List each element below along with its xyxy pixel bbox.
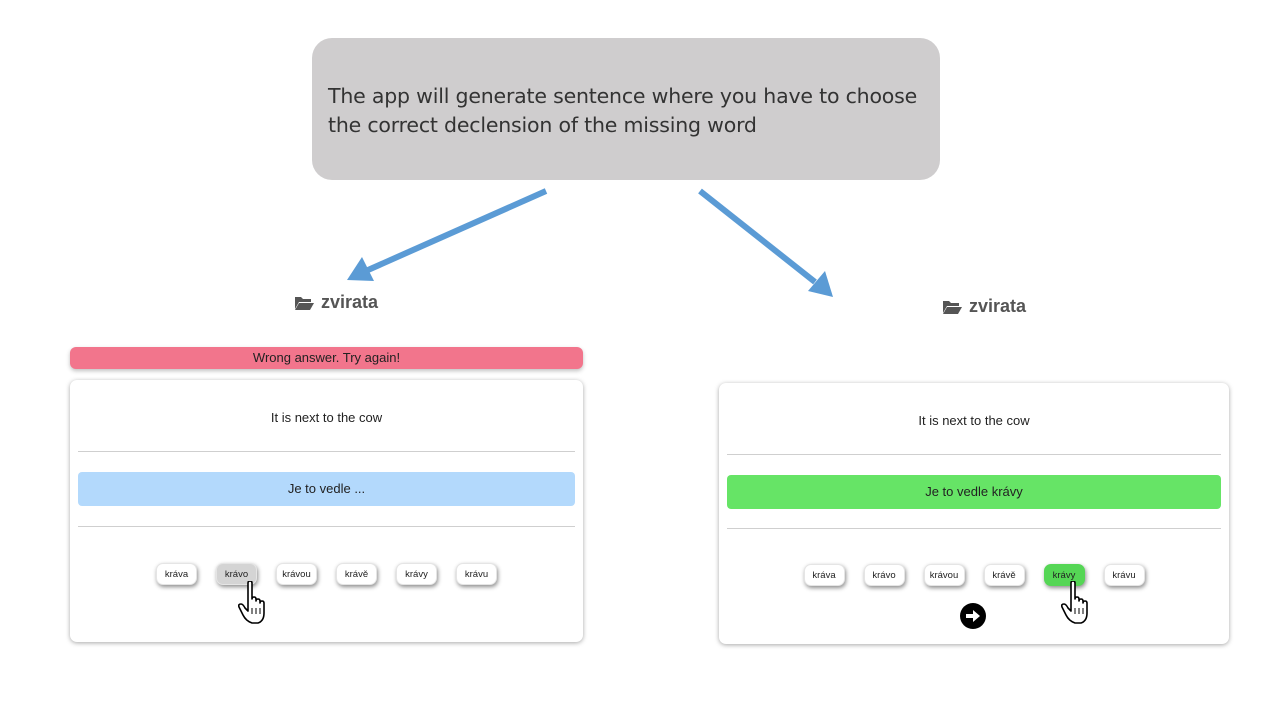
divider — [78, 451, 575, 452]
option-kravu[interactable]: krávu — [1103, 564, 1145, 586]
option-kravo[interactable]: krávo — [863, 564, 905, 586]
answer-sentence: Je to vedle ... — [78, 472, 575, 506]
prompt-text: It is next to the cow — [918, 413, 1030, 428]
hand-cursor-icon — [1061, 581, 1088, 624]
option-kravu[interactable]: krávu — [456, 563, 497, 585]
folder-name: zvirata — [969, 296, 1027, 316]
prompt-text: It is next to the cow — [270, 410, 383, 425]
left-folder-title: zvirata — [294, 292, 378, 313]
divider — [78, 526, 575, 527]
left-exercise-card: It is next to the cow Je to vedle ... kr… — [70, 380, 583, 642]
option-kravou[interactable]: krávou — [276, 563, 317, 585]
arrow-left — [347, 188, 548, 281]
hand-cursor-icon — [238, 581, 265, 624]
folder-open-icon — [295, 296, 314, 310]
wrong-answer-alert: Wrong answer. Try again! — [70, 347, 583, 369]
option-list: kráva krávo krávou krávě krávy krávu — [719, 564, 1229, 586]
folder-name: zvirata — [321, 292, 379, 312]
alert-text: Wrong answer. Try again! — [252, 350, 401, 365]
option-list: kráva krávo krávou krávě krávy krávu — [70, 563, 583, 585]
option-krave[interactable]: krávě — [983, 564, 1025, 586]
divider — [727, 528, 1221, 529]
right-folder-title: zvirata — [942, 296, 1026, 317]
arrow-right-icon — [966, 610, 980, 622]
arrow-right — [698, 188, 833, 297]
right-exercise-card: It is next to the cow Je to vedle krávy … — [719, 383, 1229, 644]
option-krava[interactable]: kráva — [156, 563, 197, 585]
next-button[interactable] — [960, 603, 986, 629]
option-kravou[interactable]: krávou — [923, 564, 965, 586]
option-krava[interactable]: kráva — [803, 564, 845, 586]
option-kravy[interactable]: krávy — [396, 563, 437, 585]
divider — [727, 454, 1221, 455]
option-krave[interactable]: krávě — [336, 563, 377, 585]
answer-sentence: Je to vedle krávy — [727, 475, 1221, 509]
folder-open-icon — [943, 300, 962, 314]
